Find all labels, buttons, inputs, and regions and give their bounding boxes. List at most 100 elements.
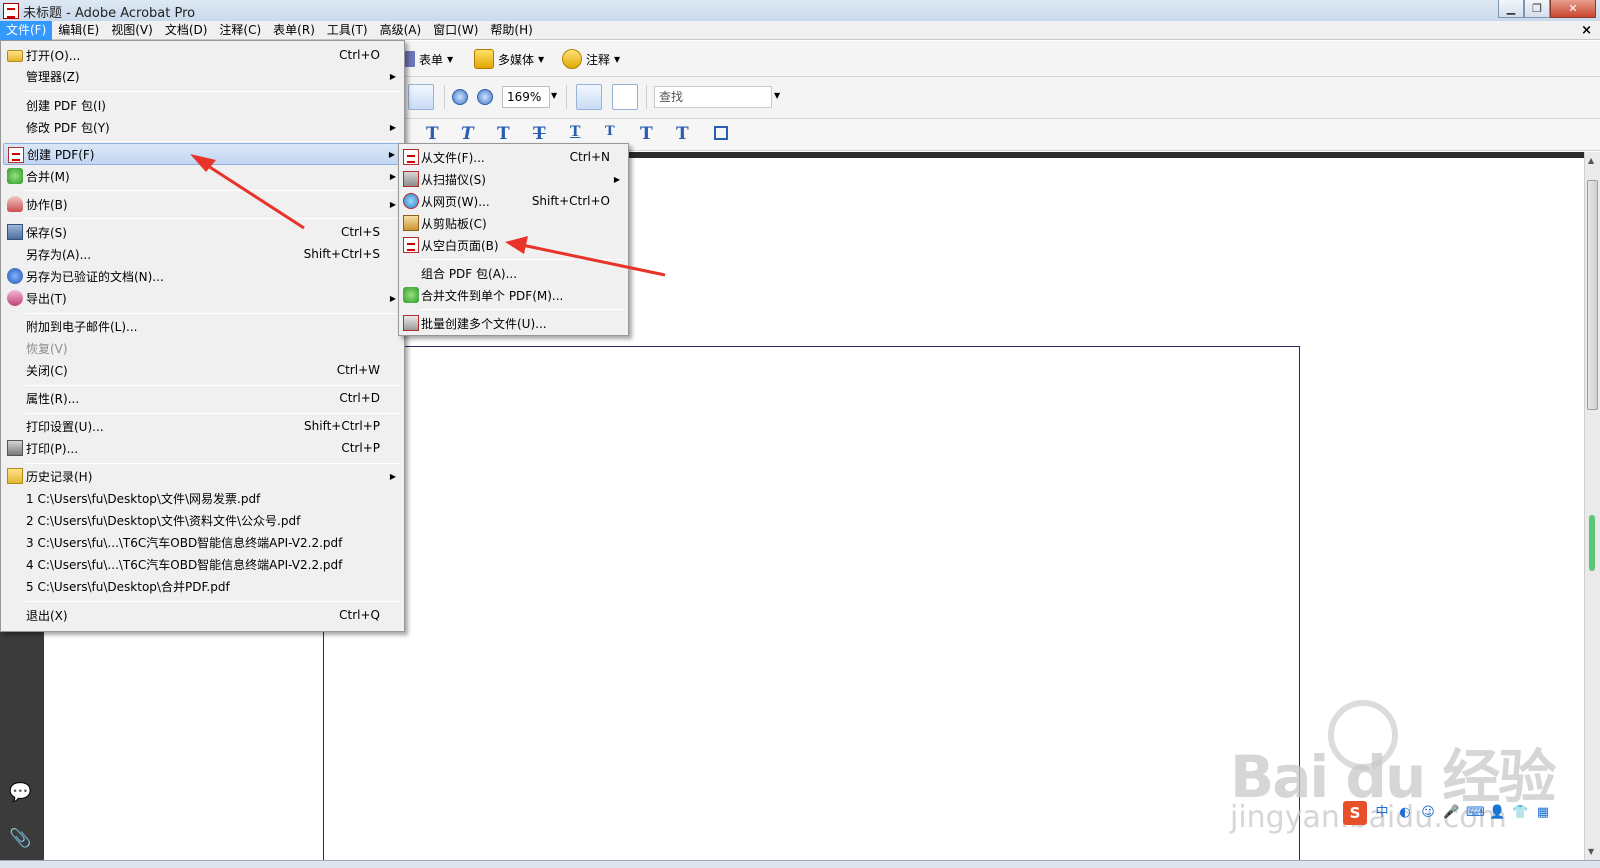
ime-voice-icon[interactable]: 🎤	[1443, 805, 1459, 821]
menu-item-shortcut: Ctrl+O	[339, 48, 380, 62]
recent-file-3[interactable]: 3 C:\Users\fu\...\T6C汽车OBD智能信息终端API-V2.2…	[3, 531, 402, 553]
menu-window[interactable]: 窗口(W)	[427, 21, 484, 40]
menu-comments[interactable]: 注释(C)	[213, 21, 267, 40]
recent-file-4[interactable]: 4 C:\Users\fu\...\T6C汽车OBD智能信息终端API-V2.2…	[3, 553, 402, 575]
menu-item-combine[interactable]: 合并(M) ▶	[3, 165, 402, 187]
recent-file-1[interactable]: 1 C:\Users\fu\Desktop\文件\网易发票.pdf	[3, 487, 402, 509]
menu-help[interactable]: 帮助(H)	[484, 21, 538, 40]
menu-item-print[interactable]: 打印(P)... Ctrl+P	[3, 437, 402, 459]
menu-edit[interactable]: 编辑(E)	[52, 21, 105, 40]
menu-item-properties[interactable]: 属性(R)... Ctrl+D	[3, 387, 402, 409]
ime-user-icon[interactable]: 👤	[1489, 805, 1505, 821]
menu-item-shortcut: Ctrl+W	[336, 363, 380, 377]
attachments-icon[interactable]: 📎	[9, 828, 33, 849]
ime-toolbar[interactable]: S 中 ◐ ☺ 🎤 ⌨ 👤 👕 ▦	[1343, 800, 1583, 826]
search-input[interactable]: 查找	[654, 86, 772, 108]
zoom-in-icon[interactable]	[477, 89, 493, 105]
toolbar-divider	[646, 85, 647, 109]
menu-item-collaborate[interactable]: 协作(B) ▶	[3, 193, 402, 215]
menu-item-save-certified[interactable]: 另存为已验证的文档(N)...	[3, 265, 402, 287]
menu-item-close[interactable]: 关闭(C) Ctrl+W	[3, 359, 402, 381]
sogou-ime-logo[interactable]: S	[1343, 801, 1367, 825]
menu-item-label: 历史记录(H)	[26, 469, 93, 484]
close-document-button[interactable]: ×	[1581, 21, 1592, 40]
recent-file-5[interactable]: 5 C:\Users\fu\Desktop\合并PDF.pdf	[3, 575, 402, 597]
zoom-level-field[interactable]: 169%	[502, 86, 550, 108]
menu-advanced[interactable]: 高级(A)	[374, 21, 428, 40]
scrollbar-thumb[interactable]	[1587, 180, 1598, 410]
submenu-arrow-icon: ▶	[613, 174, 620, 184]
menu-item-label: 打印(P)...	[26, 441, 79, 456]
menu-item-label: 退出(X)	[26, 608, 68, 623]
menu-item-create-pdf-package[interactable]: 创建 PDF 包(I)	[3, 94, 402, 116]
menu-forms[interactable]: 表单(R)	[267, 21, 321, 40]
menu-tools[interactable]: 工具(T)	[321, 21, 374, 40]
submenu-item-batch-create[interactable]: 批量创建多个文件(U)...	[401, 312, 626, 334]
minimize-button[interactable]: ▁	[1498, 0, 1524, 18]
ime-punctuation-icon[interactable]: ◐	[1397, 805, 1413, 821]
menu-item-label: 创建 PDF(F)	[27, 147, 95, 162]
vertical-scrollbar[interactable]: ▲ ▼	[1584, 152, 1600, 860]
menu-item-save[interactable]: 保存(S) Ctrl+S	[3, 221, 402, 243]
comments-panel-icon[interactable]: 💬	[9, 782, 33, 803]
menu-item-revert: 恢复(V)	[3, 337, 402, 359]
zoom-dropdown-icon[interactable]: ▼	[551, 91, 557, 100]
menu-item-save-as[interactable]: 另存为(A)... Shift+Ctrl+S	[3, 243, 402, 265]
menu-item-print-setup[interactable]: 打印设置(U)... Shift+Ctrl+P	[3, 415, 402, 437]
ime-mode-icon[interactable]: 中	[1374, 805, 1390, 821]
underline-icon[interactable]: T	[570, 124, 580, 140]
ime-indicator	[1589, 515, 1595, 571]
replace-text-icon[interactable]: T	[461, 124, 474, 144]
ime-toolbox-icon[interactable]: ▦	[1535, 805, 1551, 821]
fit-width-icon[interactable]	[576, 84, 602, 110]
recent-file-2[interactable]: 2 C:\Users\fu\Desktop\文件\资料文件\公众号.pdf	[3, 509, 402, 531]
menu-item-history[interactable]: 历史记录(H) ▶	[3, 465, 402, 487]
menu-item-label: 从文件(F)...	[421, 150, 485, 165]
menu-item-modify-pdf-package[interactable]: 修改 PDF 包(Y) ▶	[3, 116, 402, 138]
menu-document[interactable]: 文档(D)	[159, 21, 214, 40]
text-callout-icon[interactable]: T	[676, 124, 689, 144]
print-icon	[7, 440, 23, 456]
close-window-button[interactable]: ✕	[1550, 0, 1596, 18]
menu-item-attach-email[interactable]: 附加到电子邮件(L)...	[3, 315, 402, 337]
submenu-item-from-clipboard[interactable]: 从剪贴板(C)	[401, 212, 626, 234]
menu-item-export[interactable]: 导出(T) ▶	[3, 287, 402, 309]
multimedia-button[interactable]: 多媒体 ▼	[474, 48, 544, 70]
blank-pdf-page[interactable]	[323, 346, 1300, 864]
scroll-up-icon[interactable]: ▲	[1588, 156, 1594, 165]
pdf-icon	[8, 147, 24, 163]
menu-item-exit[interactable]: 退出(X) Ctrl+Q	[3, 604, 402, 626]
fit-page-icon[interactable]	[612, 84, 638, 110]
forms-button[interactable]: 表单 ▼	[405, 48, 453, 70]
create-pdf-submenu: 从文件(F)... Ctrl+N 从扫描仪(S) ▶ 从网页(W)... Shi…	[398, 143, 629, 336]
search-dropdown-icon[interactable]: ▼	[774, 91, 780, 100]
submenu-item-from-web[interactable]: 从网页(W)... Shift+Ctrl+O	[401, 190, 626, 212]
menu-view[interactable]: 视图(V)	[105, 21, 159, 40]
text-box-icon[interactable]: T	[640, 124, 653, 144]
text-note-icon[interactable]: T	[605, 124, 615, 139]
zoom-out-icon[interactable]	[452, 89, 468, 105]
menu-file[interactable]: 文件(F)	[0, 20, 53, 40]
submenu-item-assemble-package[interactable]: 组合 PDF 包(A)...	[401, 262, 626, 284]
submenu-item-merge-files[interactable]: 合并文件到单个 PDF(M)...	[401, 284, 626, 306]
ime-skin-icon[interactable]: 👕	[1512, 805, 1528, 821]
zoom-tool-icon[interactable]	[408, 84, 434, 110]
submenu-item-from-scanner[interactable]: 从扫描仪(S) ▶	[401, 168, 626, 190]
scroll-down-icon[interactable]: ▼	[1588, 847, 1594, 856]
ime-keyboard-icon[interactable]: ⌨	[1466, 805, 1485, 821]
ime-emoji-icon[interactable]: ☺	[1420, 805, 1436, 821]
insert-text-icon[interactable]: T	[426, 124, 439, 144]
highlight-text-icon[interactable]: T	[497, 124, 510, 144]
submenu-item-from-file[interactable]: 从文件(F)... Ctrl+N	[401, 146, 626, 168]
crop-icon[interactable]	[714, 126, 728, 140]
menu-item-shortcut: Ctrl+S	[340, 225, 380, 239]
strikethrough-icon[interactable]: T	[533, 124, 546, 144]
menu-item-open[interactable]: 打开(O)... Ctrl+O	[3, 44, 402, 66]
submenu-item-from-blank-page[interactable]: 从空白页面(B)	[401, 234, 626, 256]
chevron-down-icon: ▼	[614, 54, 621, 64]
comment-button[interactable]: 注释 ▼	[562, 48, 620, 70]
menu-item-create-pdf[interactable]: 创建 PDF(F) ▶	[3, 143, 402, 165]
restore-button[interactable]: ❐	[1524, 0, 1550, 18]
menu-item-label: 导出(T)	[26, 291, 67, 306]
menu-item-organizer[interactable]: 管理器(Z) ▶	[3, 65, 402, 87]
